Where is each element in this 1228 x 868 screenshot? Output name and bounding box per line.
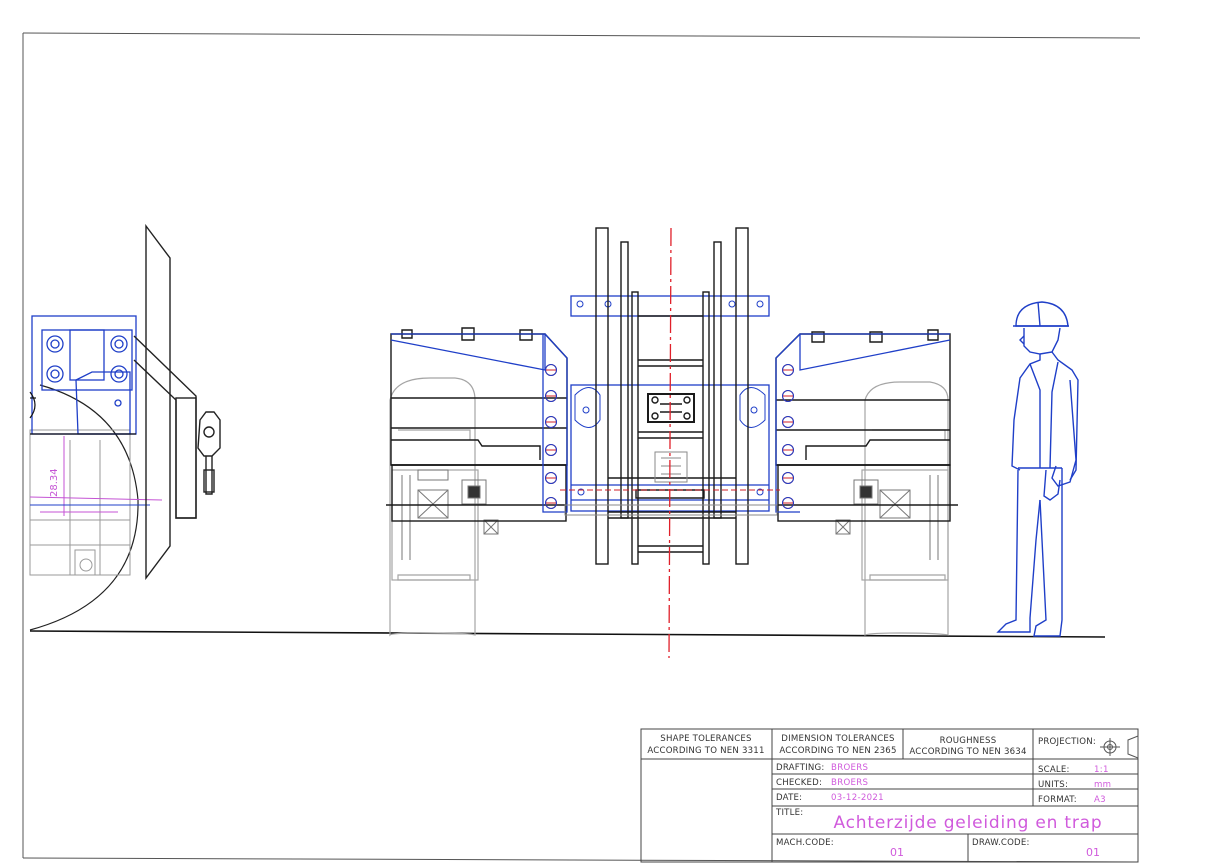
units-value: mm: [1094, 780, 1111, 790]
date-value: 03-12-2021: [831, 793, 884, 803]
roughness-norm: ACCORDING TO NEN 3634: [909, 747, 1026, 757]
shape-tolerances-norm: ACCORDING TO NEN 3311: [647, 746, 764, 756]
dimension-label: 28.34: [49, 468, 60, 497]
checked-label: CHECKED:: [776, 778, 822, 788]
roughness-title: ROUGHNESS: [940, 736, 997, 746]
format-value: A3: [1094, 795, 1106, 805]
dimension-tolerances-norm: ACCORDING TO NEN 2365: [779, 746, 896, 756]
projection-label: PROJECTION:: [1038, 737, 1096, 747]
scale-label: SCALE:: [1038, 765, 1070, 775]
first-angle-projection-icon: [1100, 735, 1139, 759]
scale-value: 1:1: [1094, 765, 1109, 775]
wheel-outlines: [389, 377, 949, 637]
mach-code-label: MACH.CODE:: [776, 838, 834, 848]
draw-code-label: DRAW.CODE:: [972, 838, 1030, 848]
title-label: TITLE:: [775, 808, 803, 818]
ladder-guide: [595, 227, 749, 565]
center-line: [668, 227, 672, 659]
checked-value: BROERS: [831, 778, 868, 788]
drawing-sheet: 28.34 SHAPE TOLERANCES ACCORDING TO NEN …: [22, 32, 1141, 863]
shape-tolerances-title: SHAPE TOLERANCES: [660, 734, 751, 744]
drafting-value: BROERS: [831, 763, 868, 773]
drafting-label: DRAFTING:: [776, 763, 824, 773]
rear-view: [386, 227, 958, 659]
title-block: SHAPE TOLERANCES ACCORDING TO NEN 3311 D…: [640, 728, 1139, 863]
dimension-tolerances-title: DIMENSION TOLERANCES: [781, 734, 894, 744]
mach-code-value: 01: [890, 846, 904, 859]
format-label: FORMAT:: [1038, 795, 1077, 805]
left-side-view: 28.34: [29, 223, 221, 631]
units-label: UNITS:: [1038, 780, 1068, 790]
drawing-title: Achterzijde geleiding en trap: [834, 813, 1103, 833]
human-figure: [996, 301, 1079, 637]
draw-code-value: 01: [1086, 846, 1100, 859]
date-label: DATE:: [776, 793, 802, 803]
